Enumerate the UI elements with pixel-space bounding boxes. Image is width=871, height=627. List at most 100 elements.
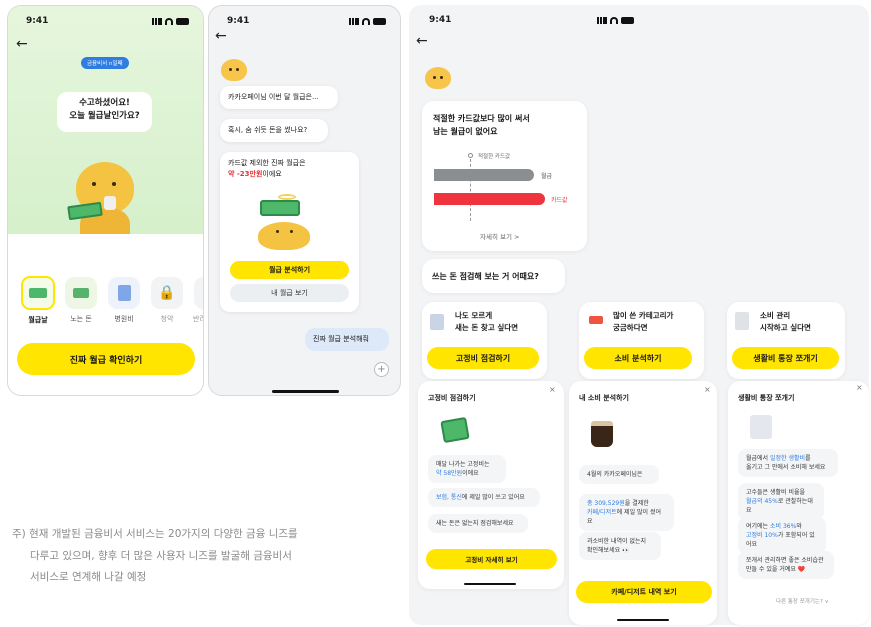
marker-dot	[468, 153, 473, 158]
category-item-pet[interactable]: 🔒 반려동	[193, 276, 203, 324]
footnote: 주) 현재 개발된 금융비서 서비스는 20가지의 다양한 금융 니즈를 다루고…	[12, 524, 382, 589]
wifi-icon	[610, 16, 618, 24]
salary-bar	[434, 169, 534, 181]
category-label: 병원비	[114, 315, 134, 323]
split-account-button[interactable]: 생활비 통장 쪼개기	[732, 347, 839, 369]
info-pill: 고수들은 생활비 비율을 월급의 45%로 관찰하는대요	[738, 483, 824, 520]
home-indicator	[272, 390, 339, 393]
footnote-line-3: 서비스로 연계해 나갈 예정	[30, 571, 147, 584]
speech-line-2: 오늘 월급날인가요?	[69, 111, 140, 122]
check-fixed-cost-button[interactable]: 고정비 점검하기	[427, 347, 539, 369]
back-arrow-icon[interactable]: ←	[16, 36, 28, 52]
card-spend-bar	[434, 193, 545, 205]
category-item-hospital[interactable]: 병원비	[107, 276, 145, 324]
salary-card: 적절한 카드값보다 많이 써서 남는 월급이 없어요 적절한 카드값 월급 카드…	[422, 101, 587, 251]
signal-icon	[597, 16, 607, 24]
category-item-subscription[interactable]: 🔒 청약	[150, 276, 188, 324]
category-item-idle-money[interactable]: 노는 돈	[64, 276, 102, 324]
lock-icon: 🔒	[151, 277, 183, 309]
sheet-fixed-cost: 고정비 점검하기 × 매달 나가는 고정비는 약 58만원이에요 보험, 통신에…	[418, 381, 564, 589]
category-label: 청약	[160, 315, 174, 323]
status-bar: 9:41	[227, 14, 386, 28]
question-bubble: 쓰는 돈 점검해 보는 거 어때요?	[422, 259, 565, 293]
category-list: 월급날 노는 돈 병원비 🔒 청약 🔒 반려동	[21, 276, 203, 331]
analyze-salary-button[interactable]: 월급 분석하기	[230, 261, 349, 279]
user-message: 진짜 월급 분석해줘	[305, 328, 389, 351]
money-icon	[21, 276, 55, 310]
category-label: 반려동	[193, 315, 203, 323]
amount-suffix: 이에요	[262, 169, 282, 178]
character-illustration	[252, 194, 322, 254]
badge: 금융비서 n일째	[81, 57, 129, 69]
wifi-icon	[362, 17, 370, 25]
analyze-spending-button[interactable]: 소비 분석하기	[584, 347, 692, 369]
cash-stack-icon	[65, 277, 97, 309]
info-pill: 월급에서 일정한 생활비를 옮기고 그 안에서 소비해 보세요	[738, 449, 838, 477]
other-split-link[interactable]: 다른 통장 쪼개기는? ∨	[776, 597, 829, 605]
speech-line-1: 수고하셨어요!	[79, 98, 130, 108]
battery-icon	[621, 16, 634, 24]
card-title: 적절한 카드값보다 많이 써서 남는 월급이 없어요	[433, 114, 530, 136]
sheet-title: 고정비 점검하기	[428, 394, 476, 402]
category-label: 월급날	[28, 316, 48, 324]
info-pill: 보험, 통신에 제일 많이 쓰고 있어요	[428, 488, 540, 507]
chat-message-2: 혹시, 숨 쉬듯 돈을 썼나요?	[220, 119, 328, 142]
check-salary-button[interactable]: 진짜 월급 확인하기	[17, 343, 195, 375]
status-bar: 9:41	[26, 14, 189, 28]
status-time: 9:41	[26, 16, 49, 26]
medical-chart-icon	[108, 277, 140, 309]
receipt-icon	[735, 312, 749, 330]
back-arrow-icon[interactable]: ←	[416, 33, 428, 49]
message-line: 카드값 제외한 진짜 월급은	[228, 159, 306, 167]
salary-bar-label: 월급	[541, 173, 553, 180]
speech-bubble: 수고하셨어요! 오늘 월급날인가요?	[57, 92, 152, 132]
battery-icon	[373, 17, 386, 25]
status-bar: 9:41	[429, 13, 634, 27]
info-pill: 매달 나가는 고정비는 약 58만원이에요	[428, 455, 506, 483]
info-pill: 4월의 카카오페이님은	[579, 465, 659, 484]
chat-message-1: 카카오페이님 이번 달 월급은...	[220, 86, 338, 109]
fixed-cost-detail-button[interactable]: 고정비 자세히 보기	[426, 549, 557, 569]
card-spend-bar-label: 카드값	[551, 197, 568, 204]
signal-icon	[349, 17, 359, 25]
home-indicator	[464, 583, 516, 585]
sheet-title: 내 소비 분석하기	[579, 394, 629, 402]
magnifier-icon	[430, 314, 444, 330]
cafe-history-button[interactable]: 카페/디저트 내역 보기	[576, 581, 712, 603]
status-time: 9:41	[429, 15, 452, 25]
view-salary-button[interactable]: 내 월급 보기	[230, 284, 349, 302]
close-icon[interactable]: ×	[549, 385, 556, 394]
close-icon[interactable]: ×	[704, 385, 711, 394]
amount-value: 약 -23만원	[228, 169, 263, 178]
coffee-cup-icon	[591, 421, 613, 447]
category-item-payday[interactable]: 월급날	[21, 276, 59, 325]
category-label: 노는 돈	[70, 315, 92, 323]
flag-icon	[589, 316, 603, 324]
plus-button[interactable]: +	[374, 362, 389, 377]
receipt-icon	[750, 415, 772, 439]
assistant-avatar	[425, 67, 451, 89]
assistant-avatar	[221, 59, 247, 81]
back-arrow-icon[interactable]: ←	[215, 28, 227, 44]
footnote-line-2: 다루고 있으며, 향후 더 많은 사용자 니즈를 발굴해 금융비서	[30, 549, 292, 562]
phone-screen-1: 9:41 ← 금융비서 n일째 수고하셨어요! 오늘 월급날인가요? 월급날 노…	[7, 5, 204, 396]
footnote-line-1: 현재 개발된 금융비서 서비스는 20가지의 다양한 금융 니즈를	[29, 528, 298, 540]
info-pill: 과소비한 내역이 없는지 확인해보세요 👀	[579, 532, 661, 560]
detail-link[interactable]: 자세히 보기 >	[480, 231, 519, 241]
wallet-icon	[440, 416, 470, 444]
home-indicator	[617, 619, 669, 621]
marker-label: 적절한 카드값	[478, 154, 511, 160]
sheet-spending: 내 소비 분석하기 × 4월의 카카오페이님은 총 309,529원을 결제한 …	[569, 381, 717, 625]
info-pill: 총 309,529원을 결제한 카페/디저트에 제일 많이 썼어요	[579, 494, 674, 531]
sheet-budget-split: 생활비 통장 쪼개기 × 월급에서 일정한 생활비를 옮기고 그 안에서 소비해…	[728, 381, 869, 625]
analysis-panel: 9:41 ← 적절한 카드값보다 많이 써서 남는 월급이 없어요 적절한 카드…	[409, 5, 869, 625]
close-icon[interactable]: ×	[856, 383, 863, 392]
phone-screen-2: 9:41 ← 카카오페이님 이번 달 월급은... 혹시, 숨 쉬듯 돈을 썼나…	[208, 5, 401, 396]
status-time: 9:41	[227, 16, 250, 26]
lock-icon: 🔒	[194, 277, 203, 309]
sheet-title: 생활비 통장 쪼개기	[738, 394, 795, 402]
footnote-prefix: 주)	[12, 528, 26, 540]
signal-icon	[152, 17, 162, 25]
battery-icon	[176, 17, 189, 25]
info-pill: 새는 돈은 없는지 점검해보세요	[428, 514, 528, 533]
